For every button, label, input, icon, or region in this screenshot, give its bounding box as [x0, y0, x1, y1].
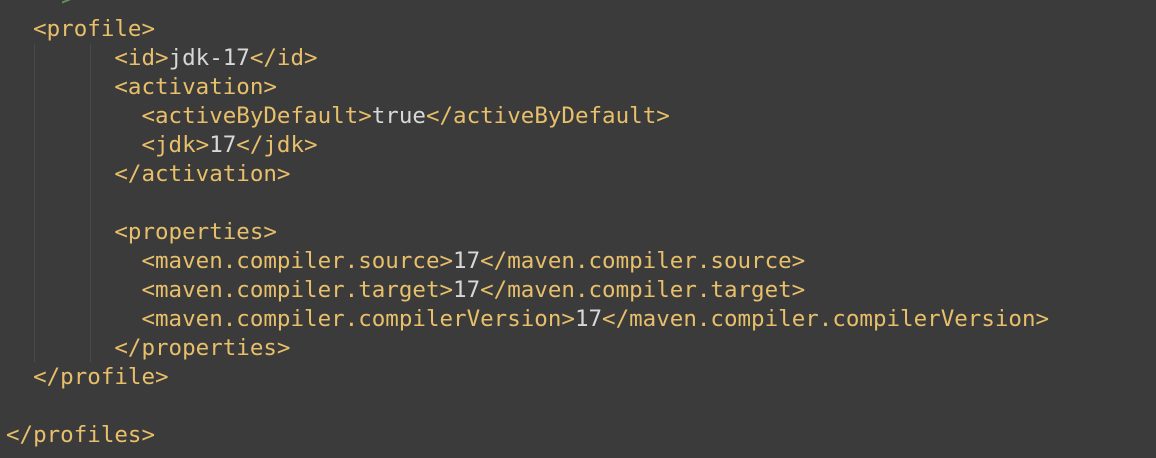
xml-text-value: true — [371, 103, 426, 129]
xml-open-tag: </profiles> — [6, 422, 156, 448]
xml-open-tag: </profile> — [33, 364, 169, 390]
xml-text-value: 17 — [209, 132, 237, 158]
xml-open-tag: <maven.compiler.compilerVersion> — [141, 306, 575, 332]
code-line[interactable]: </activation> — [6, 160, 290, 189]
xml-open-tag: <maven.compiler.source> — [141, 248, 454, 274]
xml-text-value: 17 — [574, 306, 603, 332]
code-line[interactable]: <profile> — [6, 15, 155, 44]
code-line[interactable]: </properties> — [6, 334, 290, 363]
code-line[interactable]: <activeByDefault>true</activeByDefault> — [6, 102, 670, 131]
comment-end-fragment: --> — [34, 0, 75, 13]
code-line[interactable]: </profiles> — [6, 421, 155, 450]
code-line[interactable]: <activation> — [6, 73, 277, 102]
code-line[interactable]: </profile> — [6, 363, 169, 392]
xml-open-tag: <jdk> — [141, 132, 210, 158]
xml-open-tag: <profile> — [33, 16, 156, 42]
xml-open-tag: <maven.compiler.target> — [141, 277, 454, 303]
xml-open-tag: </properties> — [114, 335, 291, 361]
xml-open-tag: <properties> — [114, 219, 277, 245]
code-line[interactable]: <maven.compiler.source>17</maven.compile… — [6, 247, 805, 276]
code-line[interactable]: <maven.compiler.target>17</maven.compile… — [6, 276, 805, 305]
xml-close-tag: </maven.compiler.target> — [480, 277, 806, 303]
code-line[interactable]: <properties> — [6, 218, 277, 247]
xml-close-tag: </activeByDefault> — [425, 103, 670, 129]
code-line[interactable]: <id>jdk-17</id> — [6, 44, 318, 73]
xml-close-tag: </maven.compiler.source> — [480, 248, 806, 274]
xml-text-value: jdk-17 — [168, 45, 250, 71]
xml-open-tag: <activeByDefault> — [141, 103, 372, 129]
xml-text-value: 17 — [453, 248, 481, 274]
xml-open-tag: <id> — [114, 45, 169, 71]
xml-close-tag: </id> — [249, 45, 318, 71]
xml-close-tag: </maven.compiler.compilerVersion> — [602, 306, 1050, 332]
code-editor[interactable]: --> <profile> <id>jdk-17</id> <activatio… — [0, 0, 1156, 458]
xml-open-tag: <activation> — [114, 74, 277, 100]
code-line[interactable]: <jdk>17</jdk> — [6, 131, 318, 160]
xml-text-value: 17 — [453, 277, 481, 303]
xml-open-tag: </activation> — [114, 161, 291, 187]
code-line[interactable]: <maven.compiler.compilerVersion>17</mave… — [6, 305, 1049, 334]
xml-close-tag: </jdk> — [236, 132, 318, 158]
